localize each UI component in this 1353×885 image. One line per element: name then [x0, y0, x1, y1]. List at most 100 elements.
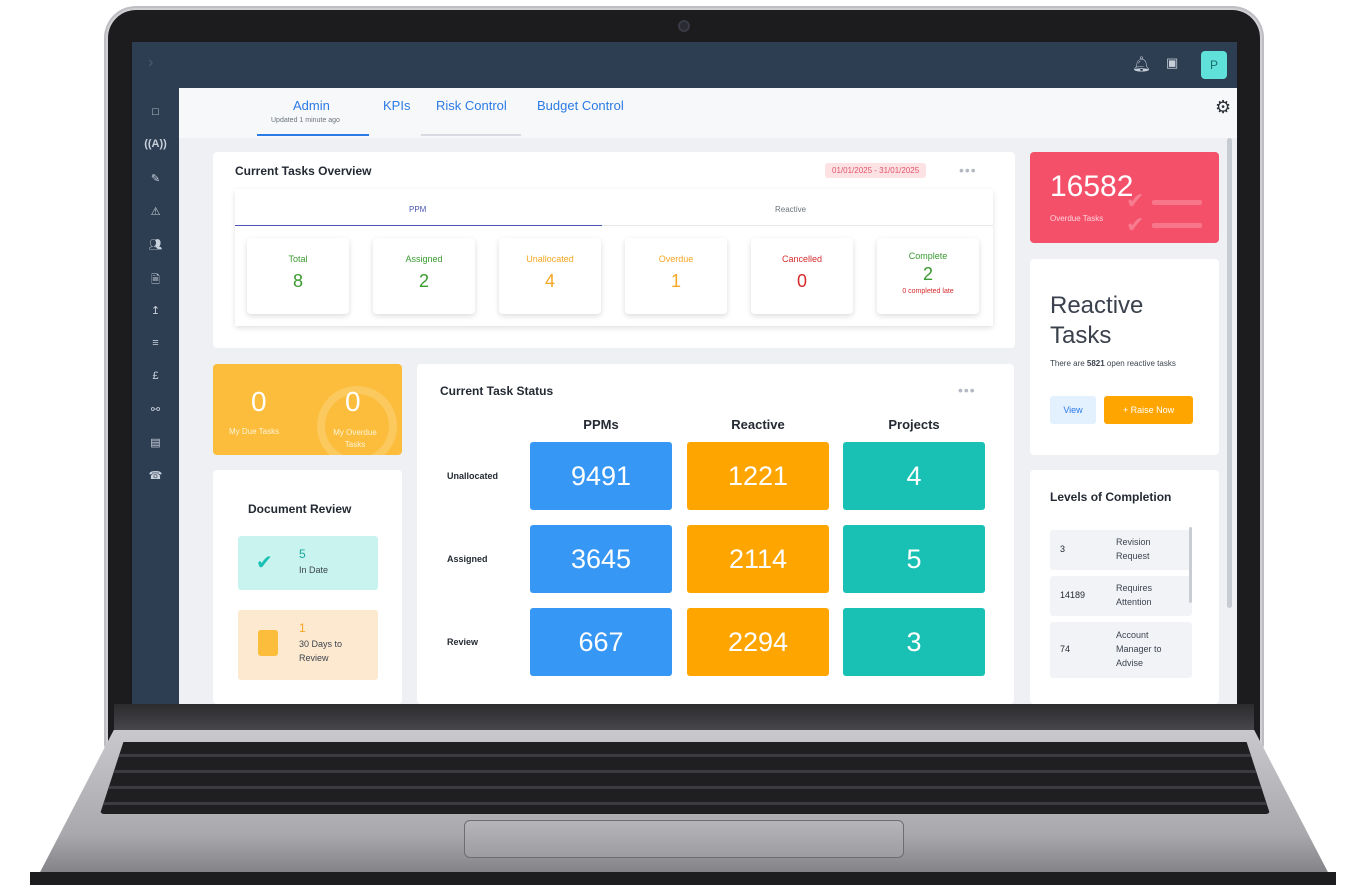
- chat-icon[interactable]: ▣: [1166, 55, 1178, 71]
- cell-unallocated-reactive[interactable]: 1221: [687, 442, 829, 510]
- tab-admin-updated: Updated 1 minute ago: [271, 117, 340, 124]
- sidebar-dashboard-icon[interactable]: □: [132, 106, 179, 118]
- col-header-projects: Projects: [888, 417, 940, 432]
- task-status-title: Current Task Status: [440, 384, 554, 398]
- row-header-unallocated: Unallocated: [447, 471, 499, 481]
- stat-value: 8: [292, 271, 303, 291]
- level-value: 74: [1060, 644, 1071, 654]
- stat-unallocated[interactable]: Unallocated 4: [499, 238, 601, 314]
- sidebar-pen-icon[interactable]: ✎: [132, 172, 179, 185]
- sidebar-upload-icon[interactable]: ↥: [132, 304, 179, 317]
- ppm-card: PPM Reactive Total 8 Assigned 2 Unalloca…: [235, 189, 993, 326]
- sidebar-pound-icon[interactable]: £: [132, 370, 179, 382]
- levels-panel: Levels of Completion 3 Revision Request …: [1030, 470, 1219, 704]
- cell-unallocated-ppms[interactable]: 9491: [530, 442, 672, 510]
- completed-late-note: 0 completed late: [902, 288, 954, 295]
- more-options-icon[interactable]: •••: [959, 162, 977, 178]
- task-status-panel: Current Task Status ••• PPMs Reactive Pr…: [417, 364, 1014, 704]
- page-scrollbar[interactable]: [1227, 138, 1232, 608]
- level-label: Requires Attention: [1116, 583, 1153, 607]
- keyboard: [100, 742, 1270, 814]
- sidebar-document-icon[interactable]: 🗎: [132, 271, 179, 290]
- clipboard-icon: [258, 630, 278, 656]
- raise-now-button[interactable]: + Raise Now: [1104, 396, 1193, 424]
- sidebar-users-icon[interactable]: 👥︎: [132, 238, 179, 251]
- level-row[interactable]: 14189 Requires Attention: [1050, 576, 1192, 616]
- document-review-panel: Document Review ✔ 5 In Date 1 30 Days to…: [213, 470, 402, 704]
- doc-in-date[interactable]: ✔ 5 In Date: [238, 536, 378, 590]
- stat-label: Overdue: [658, 254, 694, 264]
- cell-unallocated-projects[interactable]: 4: [843, 442, 985, 510]
- tab-risk-control[interactable]: Risk Control: [436, 98, 507, 113]
- cell-assigned-ppms[interactable]: 3645: [530, 525, 672, 593]
- current-tasks-title: Current Tasks Overview: [235, 164, 372, 178]
- gear-icon[interactable]: ⚙: [1215, 97, 1231, 118]
- overdue-label: Overdue Tasks: [1050, 214, 1104, 223]
- sidebar-broadcast-icon[interactable]: ((A)): [132, 138, 179, 150]
- active-tab-indicator: [257, 134, 369, 136]
- stat-label: Assigned: [405, 254, 443, 264]
- col-header-reactive: Reactive: [731, 417, 785, 432]
- stat-cancelled[interactable]: Cancelled 0: [751, 238, 853, 314]
- reactive-description: There are 5821 open reactive tasks: [1050, 357, 1205, 370]
- app-screen: › 🔔︎ ▣ P □ ((A)) ✎ ⚠ 👥︎ 🗎 ↥ ≡ £ ⚯ ▤ ☎ Ad…: [132, 42, 1237, 704]
- stat-assigned[interactable]: Assigned 2: [373, 238, 475, 314]
- my-tasks-panel: 0 My Due Tasks 0 My Overdue Tasks: [213, 364, 402, 455]
- cell-assigned-reactive[interactable]: 2114: [687, 525, 829, 593]
- sidebar-list-icon[interactable]: ≡: [132, 337, 179, 349]
- view-button[interactable]: View: [1050, 396, 1096, 424]
- level-row[interactable]: 3 Revision Request: [1050, 530, 1192, 570]
- my-due-label: My Due Tasks: [229, 427, 280, 436]
- level-value: 3: [1060, 544, 1066, 554]
- stat-value: 2: [922, 264, 933, 284]
- date-range-badge[interactable]: 01/01/2025 - 31/01/2025: [825, 163, 927, 178]
- level-label: Revision Request: [1116, 537, 1151, 561]
- sidebar: □ ((A)) ✎ ⚠ 👥︎ 🗎 ↥ ≡ £ ⚯ ▤ ☎: [132, 88, 179, 704]
- tab-ppm[interactable]: PPM: [409, 205, 426, 214]
- reactive-title-line2: Tasks: [1050, 322, 1112, 349]
- expand-sidebar-icon[interactable]: ›: [148, 54, 153, 72]
- laptop-lip: [30, 872, 1336, 885]
- top-bar: › 🔔︎ ▣ P: [132, 42, 1237, 88]
- stat-value: 2: [418, 271, 429, 291]
- doc-in-date-value: 5: [299, 547, 306, 561]
- my-overdue-value[interactable]: 0: [345, 386, 361, 418]
- cell-review-ppms[interactable]: 667: [530, 608, 672, 676]
- reactive-tasks-title: Reactive Tasks: [1050, 291, 1143, 351]
- sidebar-support-icon[interactable]: ☎: [132, 469, 179, 482]
- decor-bar: [1152, 200, 1202, 205]
- bell-icon[interactable]: 🔔︎: [1132, 55, 1151, 73]
- col-header-ppms: PPMs: [583, 417, 619, 432]
- tabs-bar: Admin Updated 1 minute ago KPIs Risk Con…: [179, 88, 1237, 138]
- reactive-title-line1: Reactive: [1050, 292, 1144, 319]
- levels-scrollbar[interactable]: [1189, 527, 1192, 603]
- cell-assigned-projects[interactable]: 5: [843, 525, 985, 593]
- cell-review-projects[interactable]: 3: [843, 608, 985, 676]
- sidebar-warning-icon[interactable]: ⚠: [132, 205, 179, 218]
- tab-admin[interactable]: Admin: [293, 98, 330, 113]
- tab-reactive[interactable]: Reactive: [775, 205, 806, 214]
- levels-title: Levels of Completion: [1050, 490, 1172, 504]
- laptop-hinge: [114, 704, 1254, 734]
- stat-value: 0: [796, 271, 807, 291]
- reactive-tasks-panel: Reactive Tasks There are 5821 open react…: [1030, 259, 1219, 455]
- cell-review-reactive[interactable]: 2294: [687, 608, 829, 676]
- sidebar-link-icon[interactable]: ⚯: [132, 403, 179, 416]
- sidebar-calendar-icon[interactable]: ▤: [132, 436, 179, 449]
- tab-budget-control[interactable]: Budget Control: [537, 98, 624, 113]
- my-due-value[interactable]: 0: [251, 386, 267, 418]
- overdue-tasks-panel[interactable]: ✔ ✔ 16582 Overdue Tasks: [1030, 152, 1219, 243]
- stat-label: Unallocated: [526, 254, 574, 264]
- tab-divider: [602, 225, 993, 226]
- stat-value: 1: [670, 271, 681, 291]
- level-row[interactable]: 74 Account Manager to Advise: [1050, 622, 1192, 678]
- more-options-icon[interactable]: •••: [958, 382, 976, 398]
- checklist-icon: ✔: [1126, 212, 1145, 237]
- tab-kpis[interactable]: KPIs: [383, 98, 410, 113]
- doc-30-days[interactable]: 1 30 Days to Review: [238, 610, 378, 680]
- stat-overdue[interactable]: Overdue 1: [625, 238, 727, 314]
- hover-tab-indicator: [421, 134, 521, 136]
- stat-total[interactable]: Total 8: [247, 238, 349, 314]
- avatar[interactable]: P: [1201, 51, 1227, 79]
- stat-complete[interactable]: Complete 2 0 completed late: [877, 238, 979, 314]
